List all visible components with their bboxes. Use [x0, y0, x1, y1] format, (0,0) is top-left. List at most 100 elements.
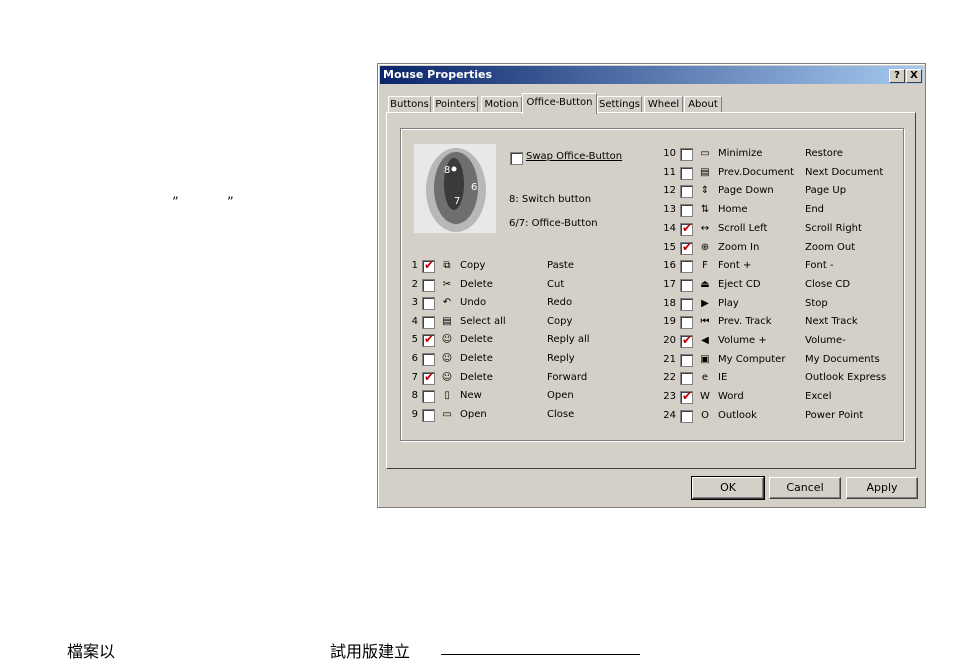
info-office: 6/7: Office-Button [509, 218, 598, 229]
tab-about[interactable]: About [684, 96, 722, 113]
row-alt-label: Open [547, 390, 574, 402]
row-checkbox[interactable] [680, 204, 693, 218]
tab-office-button[interactable]: Office-Button [522, 93, 597, 114]
mail-forward-icon: ☺ [441, 371, 453, 383]
row-checkbox[interactable] [680, 260, 693, 274]
row-number: 4 [411, 315, 418, 327]
row-checkbox[interactable]: ✔ [680, 240, 693, 255]
row-checkbox[interactable] [680, 148, 693, 161]
close-button[interactable]: X [906, 69, 922, 83]
mail-person-icon: ☺ [441, 353, 453, 364]
row-checkbox[interactable] [680, 372, 693, 386]
row-number: 13 [663, 204, 676, 216]
row-alt-label: Cut [547, 278, 565, 290]
row-number: 21 [663, 353, 676, 365]
row-checkbox[interactable]: ✔ [422, 332, 435, 348]
row-action-label: Open [460, 408, 487, 420]
row-checkbox[interactable] [680, 278, 693, 292]
undo-icon: ↶ [442, 297, 452, 309]
row-checkbox[interactable] [422, 315, 435, 329]
row-action-label: My Computer [718, 353, 786, 365]
page-icon: ⇕ [700, 185, 710, 197]
row-action-label: Page Down [718, 185, 774, 197]
row-checkbox[interactable] [422, 278, 435, 292]
row-number: 8 [411, 390, 418, 402]
open-folder-icon: ▭ [442, 408, 452, 420]
row-action-label: Prev. Track [718, 316, 772, 328]
row-checkbox[interactable] [680, 409, 693, 423]
check-mark-icon: ✔ [682, 220, 693, 235]
row-alt-label: Next Track [805, 316, 858, 328]
row-alt-label: Close [547, 408, 575, 420]
row-number: 7 [411, 371, 418, 383]
tab-motion[interactable]: Motion [481, 96, 522, 113]
row-checkbox[interactable] [680, 297, 693, 311]
row-number: 16 [663, 260, 676, 272]
tab-settings[interactable]: Settings [597, 96, 642, 113]
row-alt-label: Paste [547, 260, 574, 271]
row-number: 9 [411, 408, 418, 420]
row-action-label: Play [718, 297, 739, 309]
row-alt-label: Redo [547, 297, 573, 309]
row-action-label: IE [718, 372, 728, 384]
row-checkbox[interactable]: ✔ [680, 220, 693, 236]
row-alt-label: Zoom Out [805, 241, 856, 253]
row-checkbox[interactable] [422, 353, 435, 366]
row-number: 15 [663, 241, 676, 253]
row-action-label: Prev.Document [718, 166, 795, 178]
row-action-label: Outlook [718, 409, 757, 421]
footer-left-text: 檔案以 [67, 642, 116, 661]
row-alt-label: Restore [805, 148, 843, 159]
title-bar: Mouse Properties ? X [380, 66, 923, 84]
cancel-button[interactable]: Cancel [769, 477, 841, 499]
row-alt-label: Power Point [805, 409, 864, 421]
row-checkbox[interactable] [680, 353, 693, 367]
computer-icon: ▣ [700, 353, 710, 365]
tab-wheel[interactable]: Wheel [644, 96, 683, 113]
home-end-icon: ⇅ [700, 204, 710, 216]
row-action-label: Select all [460, 315, 506, 327]
help-button[interactable]: ? [889, 69, 905, 83]
row-number: 17 [663, 278, 676, 290]
row-number: 5 [411, 334, 418, 346]
row-action-label: Minimize [718, 148, 763, 159]
swap-checkbox[interactable] [510, 152, 523, 165]
row-checkbox[interactable] [422, 390, 435, 404]
row-checkbox[interactable] [680, 166, 693, 180]
row-alt-label: Reply [547, 353, 575, 364]
word-icon: W [700, 391, 710, 403]
row-checkbox[interactable] [680, 185, 693, 199]
row-checkbox[interactable]: ✔ [680, 389, 693, 405]
check-mark-icon: ✔ [424, 258, 435, 272]
row-checkbox[interactable]: ✔ [422, 258, 435, 273]
tab-pointers[interactable]: Pointers [433, 96, 478, 113]
play-pause-icon: ▶ [701, 297, 709, 309]
row-number: 6 [411, 353, 418, 364]
row-checkbox[interactable]: ✔ [680, 333, 693, 348]
image-label-8: 8 [444, 165, 450, 176]
row-alt-label: Outlook Express [805, 372, 887, 384]
row-action-label: Home [718, 204, 748, 216]
row-action-label: Delete [460, 334, 493, 346]
row-checkbox[interactable]: ✔ [422, 370, 435, 385]
row-alt-label: Reply all [547, 334, 590, 346]
row-checkbox[interactable] [422, 408, 435, 422]
row-alt-label: Scroll Right [805, 222, 862, 234]
row-alt-label: My Documents [805, 353, 880, 365]
row-checkbox[interactable] [422, 297, 435, 311]
apply-button[interactable]: Apply [846, 477, 918, 499]
outlook-icon: O [701, 409, 709, 421]
row-number: 12 [663, 185, 676, 197]
row-alt-label: Page Up [805, 185, 847, 197]
tab-buttons[interactable]: Buttons [388, 96, 431, 113]
image-label-6: 6 [471, 182, 477, 193]
row-number: 18 [663, 297, 676, 309]
row-alt-label: Font - [805, 260, 834, 272]
row-checkbox[interactable] [680, 316, 693, 330]
row-alt-label: Next Document [805, 166, 884, 178]
ok-button[interactable]: OK [691, 476, 765, 500]
close-quote: ” [227, 195, 234, 210]
row-number: 20 [663, 335, 676, 346]
row-action-label: Undo [460, 297, 487, 309]
check-mark-icon: ✔ [682, 333, 693, 347]
